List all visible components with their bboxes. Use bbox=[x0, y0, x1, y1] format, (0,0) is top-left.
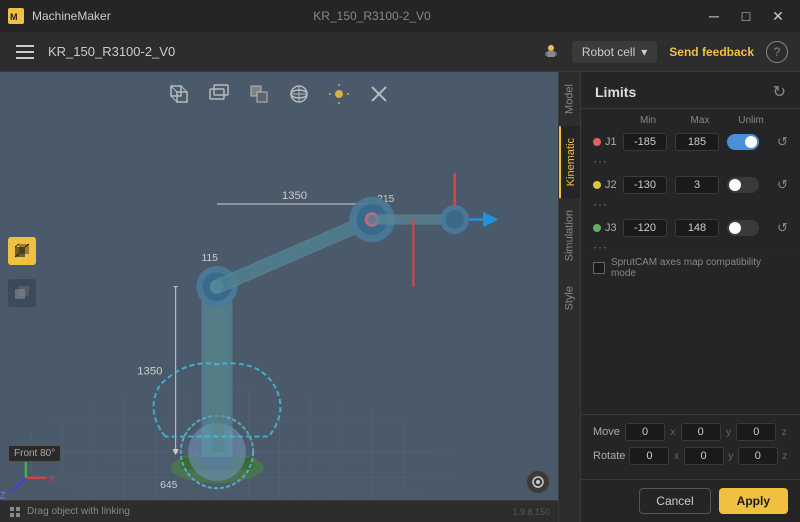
close-button[interactable]: ✕ bbox=[764, 5, 792, 27]
main-toolbar: KR_150_R3100-2_V0 Robot cell ▾ Send feed… bbox=[0, 32, 800, 72]
svg-text:645: 645 bbox=[160, 480, 177, 491]
sprutcam-checkbox[interactable] bbox=[593, 262, 605, 274]
joint-row-j3: J3 ↺ ⋯ bbox=[591, 216, 790, 250]
joint-row-j2: J2 ↺ ⋯ bbox=[591, 173, 790, 216]
app-icon: M bbox=[8, 8, 24, 24]
svg-text:115: 115 bbox=[202, 253, 219, 264]
j2-reset-icon[interactable]: ↺ bbox=[777, 177, 799, 193]
viewport-toolbar bbox=[167, 82, 391, 106]
j3-dot bbox=[593, 224, 601, 232]
side-tabs-panel: Model Kinematic Simulation Style bbox=[558, 72, 580, 522]
j1-dot bbox=[593, 138, 601, 146]
view-badge: Front 80° bbox=[8, 445, 61, 462]
version-text: 1.9.8.150 bbox=[512, 507, 550, 517]
j1-toggle[interactable] bbox=[727, 134, 759, 150]
tab-simulation[interactable]: Simulation bbox=[559, 198, 580, 273]
move-row: Move x y z bbox=[593, 423, 788, 441]
status-bar: Drag object with linking 1.9.8.150 bbox=[0, 500, 558, 522]
viewport-3d[interactable]: 1350 1350 115 215 bbox=[0, 72, 558, 522]
move-x-input[interactable] bbox=[625, 423, 665, 441]
col-max-label: Max bbox=[675, 115, 725, 126]
tab-kinematic[interactable]: Kinematic bbox=[559, 126, 580, 198]
cube-icon-dark[interactable] bbox=[8, 279, 36, 307]
j2-toggle[interactable] bbox=[727, 177, 759, 193]
solid-view-icon[interactable] bbox=[247, 82, 271, 106]
j3-max-input[interactable] bbox=[675, 219, 719, 237]
mini-tool-button[interactable] bbox=[526, 470, 550, 494]
j3-more-icon[interactable]: ⋯ bbox=[593, 239, 621, 250]
joint-row-j1: J1 ↺ ⋯ bbox=[591, 130, 790, 173]
titlebar: M MachineMaker KR_150_R3100-2_V0 ─ □ ✕ bbox=[0, 0, 800, 32]
rotate-y-input[interactable] bbox=[684, 447, 724, 465]
panel-title: Limits bbox=[595, 84, 636, 100]
document-title: KR_150_R3100-2_V0 bbox=[313, 9, 430, 23]
toolbar-right: Robot cell ▾ Send feedback ? bbox=[542, 41, 788, 63]
hamburger-menu-button[interactable] bbox=[12, 38, 40, 66]
j3-reset-icon[interactable]: ↺ bbox=[777, 220, 799, 236]
panel-footer: Cancel Apply bbox=[581, 479, 800, 522]
box-view-icon[interactable] bbox=[167, 82, 191, 106]
sun-icon[interactable] bbox=[327, 82, 351, 106]
maximize-button[interactable]: □ bbox=[732, 5, 760, 27]
robot-cell-button[interactable]: Robot cell ▾ bbox=[572, 41, 657, 63]
drag-icon bbox=[8, 505, 22, 519]
rotate-row: Rotate x y z bbox=[593, 447, 788, 465]
j3-min-input[interactable] bbox=[623, 219, 667, 237]
j2-dot bbox=[593, 181, 601, 189]
tab-model[interactable]: Model bbox=[559, 72, 580, 126]
minimize-button[interactable]: ─ bbox=[700, 5, 728, 27]
refresh-icon[interactable]: ↻ bbox=[773, 82, 786, 102]
move-label: Move bbox=[593, 426, 621, 438]
mini-toolbar bbox=[526, 470, 550, 494]
rotate-label: Rotate bbox=[593, 450, 625, 462]
robot-icon bbox=[542, 43, 560, 61]
limits-table: Min Max Unlim J1 ↺ ⋯ J2 ↺ ⋯ bbox=[581, 109, 800, 250]
left-icon-panel bbox=[8, 237, 36, 307]
j1-max-input[interactable] bbox=[675, 133, 719, 151]
sprutcam-row: SprutCAM axes map compatibility mode bbox=[581, 250, 800, 285]
svg-text:M: M bbox=[10, 12, 18, 22]
right-panel: Limits ↻ Min Max Unlim J1 ↺ ⋯ bbox=[580, 72, 800, 522]
j2-more-icon[interactable]: ⋯ bbox=[593, 196, 621, 213]
cross-icon[interactable] bbox=[367, 82, 391, 106]
window-controls: ─ □ ✕ bbox=[700, 5, 792, 27]
wireframe-icon[interactable] bbox=[207, 82, 231, 106]
j3-toggle[interactable] bbox=[727, 220, 759, 236]
j2-min-input[interactable] bbox=[623, 176, 667, 194]
toolbar-document-title: KR_150_R3100-2_V0 bbox=[48, 44, 542, 59]
rotate-z-input[interactable] bbox=[738, 447, 778, 465]
limits-header: Min Max Unlim bbox=[591, 115, 790, 126]
j1-more-icon[interactable]: ⋯ bbox=[593, 153, 621, 170]
svg-text:1350: 1350 bbox=[137, 366, 162, 378]
col-min-label: Min bbox=[623, 115, 673, 126]
robot-scene: 1350 1350 115 215 bbox=[0, 72, 558, 522]
j1-min-input[interactable] bbox=[623, 133, 667, 151]
help-button[interactable]: ? bbox=[766, 41, 788, 63]
cube-icon-yellow[interactable] bbox=[8, 237, 36, 265]
transform-section: Move x y z Rotate x y z bbox=[581, 414, 800, 479]
mesh-icon[interactable] bbox=[287, 82, 311, 106]
apply-button[interactable]: Apply bbox=[719, 488, 788, 514]
app-title: MachineMaker bbox=[32, 9, 301, 23]
cancel-button[interactable]: Cancel bbox=[639, 488, 710, 514]
j1-reset-icon[interactable]: ↺ bbox=[777, 134, 799, 150]
panel-header: Limits ↻ bbox=[581, 72, 800, 109]
tab-style[interactable]: Style bbox=[559, 274, 580, 322]
j2-max-input[interactable] bbox=[675, 176, 719, 194]
col-unlim-label: Unlim bbox=[727, 115, 775, 126]
move-y-input[interactable] bbox=[681, 423, 721, 441]
sprutcam-label: SprutCAM axes map compatibility mode bbox=[611, 257, 788, 279]
svg-text:1350: 1350 bbox=[282, 190, 307, 202]
svg-text:Z: Z bbox=[0, 491, 6, 501]
feedback-button[interactable]: Send feedback bbox=[669, 45, 754, 59]
rotate-x-input[interactable] bbox=[629, 447, 669, 465]
main-area: 1350 1350 115 215 bbox=[0, 72, 800, 522]
move-z-input[interactable] bbox=[736, 423, 776, 441]
svg-text:X: X bbox=[49, 474, 55, 484]
status-text: Drag object with linking bbox=[27, 506, 130, 517]
